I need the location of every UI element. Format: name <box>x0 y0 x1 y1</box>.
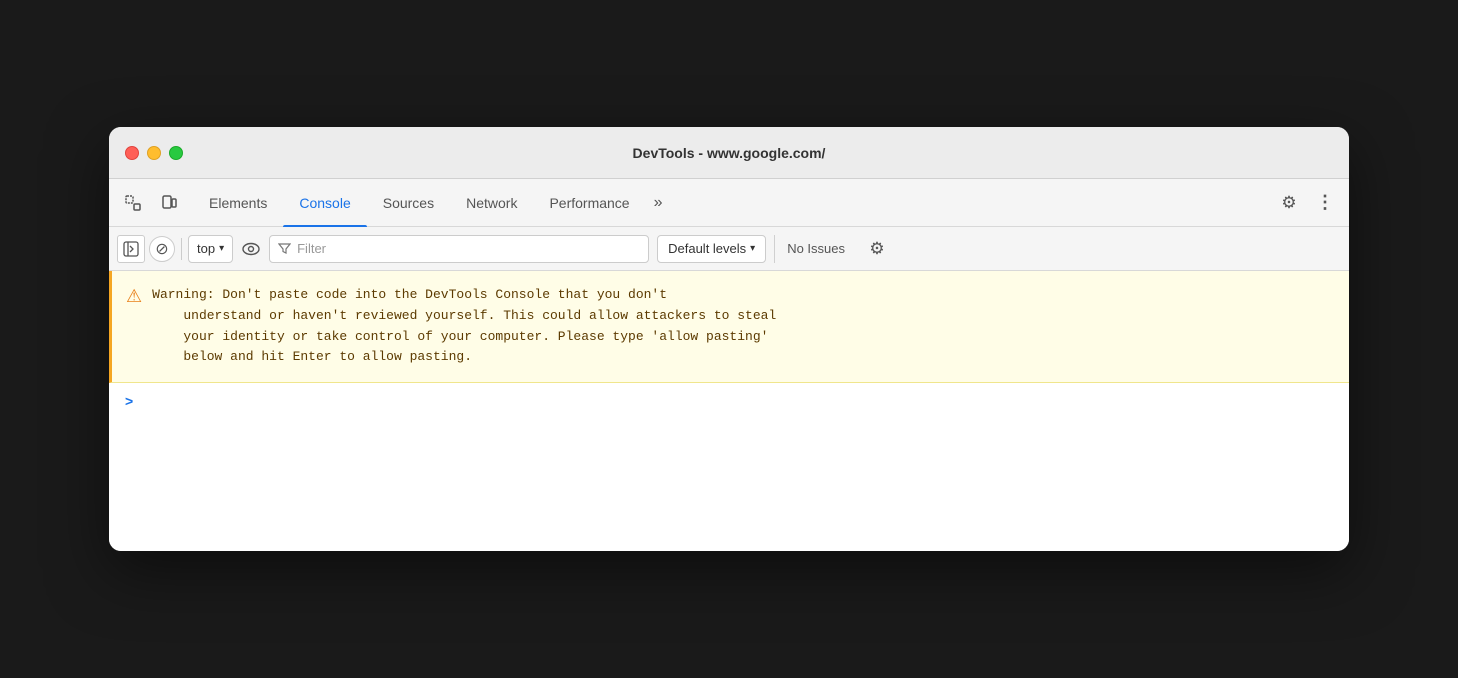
more-tabs-button[interactable]: » <box>646 179 671 227</box>
devtools-settings-icon[interactable]: ⚙ <box>1273 187 1305 219</box>
tab-elements[interactable]: Elements <box>193 179 283 227</box>
console-prompt-line[interactable]: > <box>109 383 1349 419</box>
tab-network[interactable]: Network <box>450 179 533 227</box>
window-title: DevTools - www.google.com/ <box>633 145 826 161</box>
sidebar-toggle-button[interactable] <box>117 235 145 263</box>
traffic-lights <box>125 146 183 160</box>
toolbar-divider-1 <box>181 238 182 260</box>
close-button[interactable] <box>125 146 139 160</box>
clear-console-button[interactable]: ⊘ <box>149 236 175 262</box>
warning-banner: ⚠ Warning: Don't paste code into the Dev… <box>109 271 1349 383</box>
warning-icon: ⚠ <box>126 286 142 307</box>
prompt-chevron-icon: > <box>125 393 133 409</box>
console-content: ⚠ Warning: Don't paste code into the Dev… <box>109 271 1349 551</box>
context-selector[interactable]: top ▾ <box>188 235 233 263</box>
console-toolbar: ⊘ top ▾ Default levels ▾ No Issues ⚙ <box>109 227 1349 271</box>
live-expressions-button[interactable] <box>237 235 265 263</box>
tab-bar-right: ⚙ ⋮ <box>1273 187 1341 219</box>
filter-box[interactable] <box>269 235 649 263</box>
tab-sources[interactable]: Sources <box>367 179 450 227</box>
warning-message: Warning: Don't paste code into the DevTo… <box>152 285 776 368</box>
console-settings-button[interactable]: ⚙ <box>863 235 891 263</box>
inspect-element-icon[interactable] <box>117 187 149 219</box>
device-toggle-icon[interactable] <box>153 187 185 219</box>
levels-arrow-icon: ▾ <box>750 243 755 254</box>
devtools-window: DevTools - www.google.com/ Elements Cons… <box>109 127 1349 551</box>
filter-icon <box>278 242 291 255</box>
title-bar: DevTools - www.google.com/ <box>109 127 1349 179</box>
minimize-button[interactable] <box>147 146 161 160</box>
tab-bar: Elements Console Sources Network Perform… <box>109 179 1349 227</box>
log-levels-selector[interactable]: Default levels ▾ <box>657 235 766 263</box>
tab-performance[interactable]: Performance <box>533 179 645 227</box>
filter-input[interactable] <box>297 241 640 256</box>
tab-bar-icons <box>117 187 185 219</box>
issues-counter: No Issues <box>774 235 857 263</box>
tab-console[interactable]: Console <box>283 179 366 227</box>
maximize-button[interactable] <box>169 146 183 160</box>
more-options-icon[interactable]: ⋮ <box>1309 187 1341 219</box>
dropdown-arrow-icon: ▾ <box>219 243 224 254</box>
